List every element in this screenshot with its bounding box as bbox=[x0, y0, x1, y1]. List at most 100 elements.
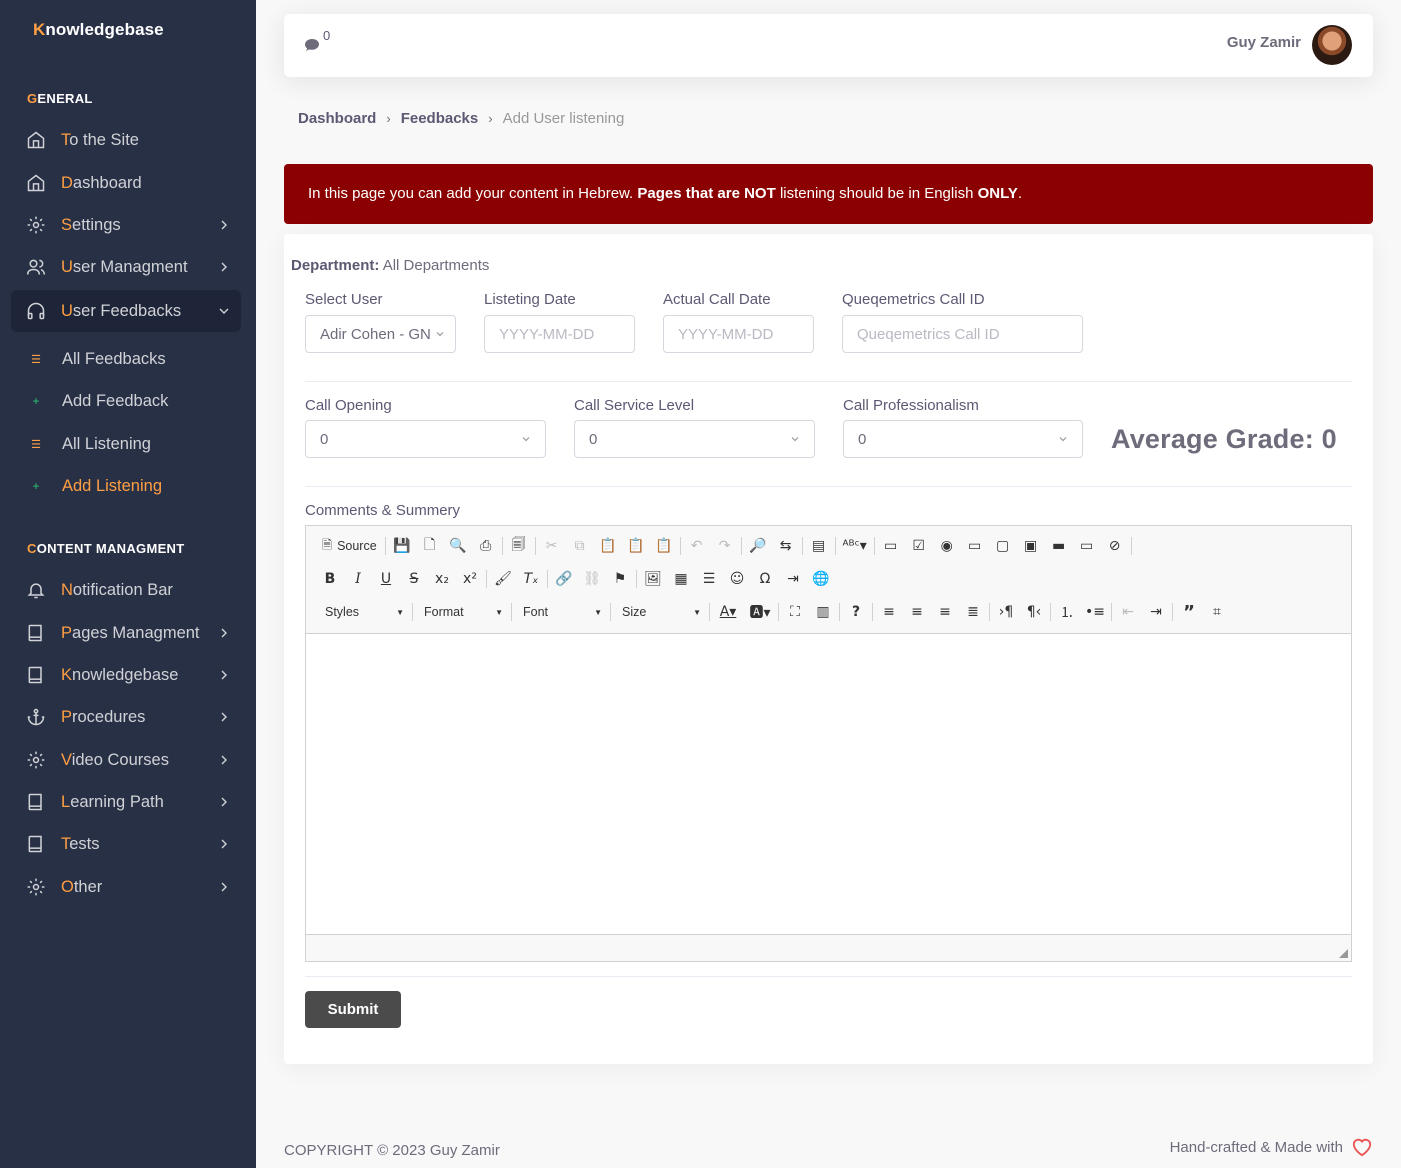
unlink-icon[interactable]: ⛓ bbox=[578, 567, 606, 591]
service-level-select[interactable]: 0 bbox=[574, 420, 815, 458]
subscript-icon[interactable]: x₂ bbox=[428, 567, 456, 591]
bg-color-icon[interactable]: 🅰▾ bbox=[744, 600, 776, 624]
iframe-icon[interactable]: 🌐 bbox=[807, 567, 835, 591]
table-icon[interactable]: ▦ bbox=[667, 567, 695, 591]
text-color-icon[interactable]: A▾ bbox=[712, 600, 744, 624]
blockquote-icon[interactable]: ” bbox=[1175, 600, 1203, 624]
actual-call-date-input[interactable]: YYYY-MM-DD bbox=[663, 315, 814, 353]
save-icon[interactable]: 💾 bbox=[388, 534, 416, 558]
sidebar-subitem-add-listening[interactable]: + Add Listening bbox=[26, 466, 241, 506]
styles-dropdown[interactable]: Styles ▼ bbox=[316, 600, 410, 624]
breadcrumb-dashboard[interactable]: Dashboard bbox=[298, 110, 376, 127]
user-name[interactable]: Guy Zamir bbox=[1227, 34, 1301, 51]
spellcheck-icon[interactable]: ᴬᴮᶜ▾ bbox=[838, 534, 872, 558]
ltr-icon[interactable]: ›¶ bbox=[992, 600, 1020, 624]
image-button-icon[interactable]: ▭ bbox=[1073, 534, 1101, 558]
brand-logo[interactable]: Knowledgebase bbox=[33, 20, 164, 40]
select-all-icon[interactable]: ▤ bbox=[805, 534, 833, 558]
button-field-icon[interactable]: ▬ bbox=[1045, 534, 1073, 558]
sidebar-item-user-feedbacks[interactable]: User Feedbacks bbox=[11, 290, 241, 332]
editor-content-area[interactable] bbox=[306, 634, 1351, 934]
sidebar-item-tests[interactable]: Tests bbox=[11, 823, 241, 865]
font-dropdown[interactable]: Font ▼ bbox=[514, 600, 608, 624]
checkbox-icon[interactable]: ☑ bbox=[905, 534, 933, 558]
toolbar-separator bbox=[873, 537, 875, 555]
sidebar-item-dashboard[interactable]: Dashboard bbox=[11, 162, 241, 204]
professionalism-select[interactable]: 0 bbox=[843, 420, 1083, 458]
bold-icon[interactable]: B bbox=[316, 567, 344, 591]
copy-format-icon[interactable]: 🖌 bbox=[489, 567, 517, 591]
size-dropdown[interactable]: Size ▼ bbox=[613, 600, 707, 624]
redo-icon[interactable]: ↷ bbox=[711, 534, 739, 558]
align-left-icon[interactable]: ≡ bbox=[875, 600, 903, 624]
smiley-icon[interactable]: ☺ bbox=[723, 567, 751, 591]
sidebar-item-knowledgebase[interactable]: Knowledgebase bbox=[11, 654, 241, 696]
show-blocks-icon[interactable]: ▥ bbox=[809, 600, 837, 624]
avatar[interactable] bbox=[1312, 25, 1352, 65]
cut-icon[interactable]: ✂ bbox=[538, 534, 566, 558]
preview-icon[interactable]: 🔍 bbox=[444, 534, 472, 558]
textfield-icon[interactable]: ▭ bbox=[961, 534, 989, 558]
align-center-icon[interactable]: ≡ bbox=[903, 600, 931, 624]
maximize-icon[interactable]: ⛶ bbox=[781, 600, 809, 624]
sidebar-item-learning-path[interactable]: Learning Path bbox=[11, 781, 241, 823]
copy-icon[interactable]: ⧉ bbox=[566, 534, 594, 558]
sidebar-subitem-add-feedback[interactable]: + Add Feedback bbox=[26, 381, 241, 421]
sidebar-subitem-all-listening[interactable]: ☰ All Listening bbox=[26, 424, 241, 464]
resize-handle-icon[interactable] bbox=[1339, 949, 1348, 958]
help-icon[interactable]: ? bbox=[842, 600, 870, 624]
sidebar-item-settings[interactable]: Settings bbox=[11, 204, 241, 246]
call-id-input[interactable]: Queqemetrics Call ID bbox=[842, 315, 1083, 353]
sidebar-item-user-managment[interactable]: User Managment bbox=[11, 246, 241, 288]
italic-icon[interactable]: I bbox=[344, 567, 372, 591]
textarea-icon[interactable]: ▢ bbox=[989, 534, 1017, 558]
strikethrough-icon[interactable]: S bbox=[400, 567, 428, 591]
page-break-icon[interactable]: ⇥ bbox=[779, 567, 807, 591]
item-initial: L bbox=[61, 792, 71, 811]
sidebar-item-video-courses[interactable]: Video Courses bbox=[11, 739, 241, 781]
form-icon[interactable]: ▭ bbox=[877, 534, 905, 558]
outdent-icon[interactable]: ⇤ bbox=[1114, 600, 1142, 624]
div-container-icon[interactable]: ⌗ bbox=[1203, 600, 1231, 624]
print-icon[interactable]: ⎙ bbox=[472, 534, 500, 558]
paste-word-icon[interactable]: 📋 bbox=[650, 534, 678, 558]
numbered-list-icon[interactable]: ⒈ bbox=[1053, 600, 1081, 624]
sidebar-item-procedures[interactable]: Procedures bbox=[11, 696, 241, 738]
source-button[interactable]: 🗎 Source bbox=[316, 534, 383, 558]
submit-button[interactable]: Submit bbox=[305, 991, 401, 1028]
message-icon[interactable] bbox=[304, 38, 320, 52]
radio-icon[interactable]: ◉ bbox=[933, 534, 961, 558]
undo-icon[interactable]: ↶ bbox=[683, 534, 711, 558]
underline-icon[interactable]: U bbox=[372, 567, 400, 591]
templates-icon[interactable]: 🗐 bbox=[505, 534, 533, 558]
image-icon[interactable]: 🖼 bbox=[639, 567, 667, 591]
select-field-icon[interactable]: ▣ bbox=[1017, 534, 1045, 558]
sidebar-item-other[interactable]: Other bbox=[11, 866, 241, 908]
new-page-icon[interactable]: 🗋 bbox=[416, 534, 444, 558]
find-icon[interactable]: 🔎 bbox=[744, 534, 772, 558]
replace-icon[interactable]: ⇆ bbox=[772, 534, 800, 558]
remove-format-icon[interactable]: Tₓ bbox=[517, 567, 545, 591]
special-char-icon[interactable]: Ω bbox=[751, 567, 779, 591]
link-icon[interactable]: 🔗 bbox=[550, 567, 578, 591]
justify-icon[interactable]: ≣ bbox=[959, 600, 987, 624]
align-right-icon[interactable]: ≡ bbox=[931, 600, 959, 624]
listening-date-input[interactable]: YYYY-MM-DD bbox=[484, 315, 635, 353]
bulleted-list-icon[interactable]: •≡ bbox=[1081, 600, 1109, 624]
select-user-dropdown[interactable]: Adir Cohen - GN bbox=[305, 315, 456, 353]
paste-text-icon[interactable]: 📋 bbox=[622, 534, 650, 558]
sidebar-subitem-all-feedbacks[interactable]: ☰ All Feedbacks bbox=[26, 339, 241, 379]
sidebar-item-pages-managment[interactable]: Pages Managment bbox=[11, 612, 241, 654]
breadcrumb-feedbacks[interactable]: Feedbacks bbox=[401, 110, 479, 127]
rtl-icon[interactable]: ¶‹ bbox=[1020, 600, 1048, 624]
call-opening-select[interactable]: 0 bbox=[305, 420, 546, 458]
sidebar-item-notification-bar[interactable]: Notification Bar bbox=[11, 569, 241, 611]
anchor-flag-icon[interactable]: ⚑ bbox=[606, 567, 634, 591]
format-dropdown[interactable]: Format ▼ bbox=[415, 600, 509, 624]
horizontal-rule-icon[interactable]: ☰ bbox=[695, 567, 723, 591]
indent-icon[interactable]: ⇥ bbox=[1142, 600, 1170, 624]
paste-icon[interactable]: 📋 bbox=[594, 534, 622, 558]
sidebar-item-to-the-site[interactable]: To the Site bbox=[11, 119, 241, 161]
superscript-icon[interactable]: x² bbox=[456, 567, 484, 591]
hidden-field-icon[interactable]: ⊘ bbox=[1101, 534, 1129, 558]
